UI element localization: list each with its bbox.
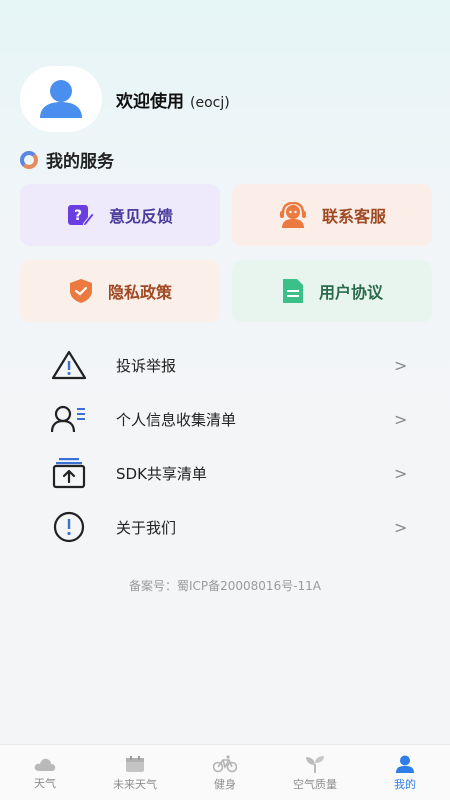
chevron-right-icon: > [394, 409, 408, 429]
list-item-about[interactable]: 关于我们 > [0, 500, 450, 554]
info-exclamation-icon [50, 510, 88, 544]
customer-service-label: 联系客服 [321, 207, 386, 226]
welcome-text: 欢迎使用 [116, 91, 184, 112]
settings-list: 投诉举报 > 个人信息收集清单 > SDK共享清单 > 关于我们 > [0, 338, 450, 554]
tab-fitness[interactable]: 健身 [180, 745, 270, 800]
bottom-tab-bar: 天气 未来天气 健身 空气质量 我的 [0, 744, 450, 800]
tab-mine[interactable]: 我的 [360, 745, 450, 800]
avatar[interactable] [20, 66, 102, 132]
chevron-right-icon: > [394, 463, 408, 483]
feedback-label: 意见反馈 [108, 207, 173, 226]
tab-label: 天气 [34, 776, 56, 790]
chevron-right-icon: > [394, 517, 408, 537]
section-ring-icon [20, 150, 38, 169]
tab-air-quality[interactable]: 空气质量 [270, 745, 360, 800]
calendar-icon [126, 755, 144, 772]
list-item-complaint[interactable]: 投诉举报 > [0, 338, 450, 392]
warning-triangle-icon [50, 348, 88, 382]
tab-label: 健身 [214, 777, 236, 791]
chevron-right-icon: > [394, 355, 408, 375]
tab-label: 未来天气 [113, 777, 157, 791]
cloud-icon [34, 758, 56, 771]
list-item-label: 投诉举报 [116, 356, 177, 375]
person-list-icon [50, 402, 88, 436]
tab-weather[interactable]: 天气 [0, 745, 90, 800]
list-item-label: 关于我们 [116, 518, 177, 537]
tab-future-weather[interactable]: 未来天气 [90, 745, 180, 800]
customer-service-icon [279, 202, 306, 228]
sprout-icon [306, 755, 324, 773]
customer-service-card[interactable]: 联系客服 [232, 184, 432, 246]
feedback-card[interactable]: ? 意见反馈 [20, 184, 220, 246]
share-stack-icon [50, 456, 88, 490]
tab-label: 空气质量 [293, 777, 337, 791]
profile-header[interactable]: 欢迎使用 (eocj) [20, 66, 230, 132]
privacy-policy-label: 隐私政策 [107, 283, 172, 302]
document-icon [282, 279, 303, 303]
bicycle-icon [213, 754, 237, 772]
privacy-policy-card[interactable]: 隐私政策 [20, 260, 220, 322]
user-agreement-card[interactable]: 用户协议 [232, 260, 432, 322]
svg-text:?: ? [74, 208, 82, 224]
username: (eocj) [190, 94, 230, 111]
shield-check-icon [69, 279, 92, 303]
user-avatar-icon [40, 80, 82, 118]
list-item-label: SDK共享清单 [116, 464, 207, 483]
services-header: 我的服务 [20, 147, 114, 172]
user-icon [396, 755, 414, 773]
list-item-sdk-share[interactable]: SDK共享清单 > [0, 446, 450, 500]
list-item-personal-info[interactable]: 个人信息收集清单 > [0, 392, 450, 446]
services-title: 我的服务 [46, 152, 114, 172]
list-item-label: 个人信息收集清单 [116, 410, 237, 429]
icp-record: 备案号：蜀ICP备20008016号-11A [128, 579, 322, 593]
tab-label: 我的 [394, 777, 416, 791]
feedback-edit-icon: ? [67, 205, 95, 227]
user-agreement-label: 用户协议 [318, 283, 383, 302]
